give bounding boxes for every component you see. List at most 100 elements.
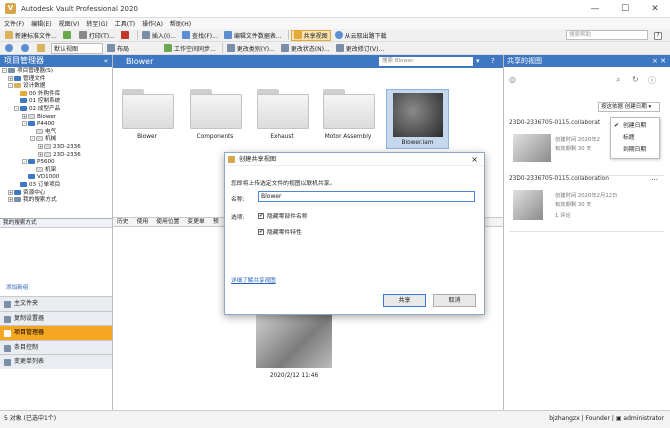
change-revision-button[interactable]: 更改修订(V)... [334, 43, 387, 54]
share-button[interactable]: 共享 [383, 294, 426, 307]
close-pane-icon[interactable]: « [104, 55, 108, 67]
cloud-download-button[interactable]: 从云取出路下载 [333, 30, 389, 41]
menu-view[interactable]: 视图(V) [59, 19, 80, 28]
learn-more-link[interactable]: 详细了解共享视图 [231, 276, 276, 284]
minimize-button[interactable]: — [580, 0, 610, 18]
help-icon[interactable]: ⓘ [648, 75, 656, 86]
tree-node[interactable]: + 资源中心 [2, 189, 112, 198]
edit-datasheet-button[interactable]: 编辑文件数据表... [222, 30, 284, 41]
tree-node[interactable]: - P5600 [2, 159, 112, 167]
hide-part-properties-option[interactable]: ✔ 隐藏零件特性 [258, 227, 302, 236]
dialog-close-button[interactable]: × [471, 153, 478, 166]
menu-tools[interactable]: 工具(T) [115, 19, 135, 28]
tree-node[interactable]: + 管理文件 [2, 75, 112, 84]
menu-goto[interactable]: 转至(G) [86, 19, 107, 28]
change-state-button[interactable]: 更改状态(N)... [279, 43, 332, 54]
nav-project-explorer[interactable]: 项目管理器 [0, 325, 112, 340]
view-select[interactable]: 默认视图 [51, 42, 103, 54]
search-icon[interactable]: ⌕ [616, 75, 620, 85]
help-search-input[interactable]: 搜索帮助 [566, 30, 648, 40]
sort-option-created[interactable]: 创建日期 [611, 120, 659, 132]
tab-where-used[interactable]: 使用位置 [152, 218, 183, 226]
tree-node[interactable]: 01 控制系统 [2, 98, 112, 106]
tab-preview[interactable]: 预 [209, 218, 223, 226]
tree-node[interactable]: +23D-2336 [2, 143, 112, 152]
collapse-icon[interactable]: - [30, 136, 35, 142]
expand-icon[interactable]: + [38, 143, 43, 149]
new-file-button[interactable]: 新建标准文件... [3, 30, 59, 41]
tree-node[interactable]: - 项目管理器(S) [2, 68, 112, 76]
collapse-icon[interactable]: - [14, 105, 19, 111]
insert-button[interactable]: 插入(I)... [140, 30, 178, 41]
expand-icon[interactable]: + [8, 75, 13, 81]
menu-help[interactable]: 帮助(H) [170, 19, 191, 28]
cancel-button[interactable]: 取消 [433, 294, 476, 307]
shared-view-button[interactable]: 共享视图 [290, 29, 331, 41]
tab-history[interactable]: 历史 [113, 218, 133, 226]
tree-node[interactable]: 电气 [2, 128, 112, 137]
tab-change-order[interactable]: 变更单 [183, 218, 208, 226]
folder-search-input[interactable]: 搜索 Blower [379, 57, 473, 66]
expand-icon[interactable]: + [22, 113, 27, 119]
refresh-button[interactable] [61, 30, 75, 41]
shared-view-card[interactable]: 23D0-2336705-0115.collaboration ··· 创建时间… [509, 176, 664, 232]
tree-node[interactable]: - P4400 [2, 121, 112, 129]
filter-icon[interactable]: ◎ [509, 75, 516, 84]
tree-node[interactable]: VD1000 [2, 174, 112, 182]
folder-item[interactable]: Motor Assembly [322, 89, 375, 140]
hide-component-names-option[interactable]: ✔ 隐藏零部件名称 [258, 211, 308, 220]
sort-option-expiry[interactable]: 到期日期 [611, 144, 659, 156]
collapse-icon[interactable]: - [8, 83, 13, 89]
tree-node[interactable]: -02 成型产品 [2, 105, 112, 114]
add-group-link[interactable]: 添加新组 [0, 283, 112, 291]
menu-file[interactable]: 文件(F) [4, 19, 24, 28]
sort-option-title[interactable]: 标题 [611, 132, 659, 144]
my-searches-tab[interactable]: 我的搜索方式 [0, 219, 112, 228]
nav-home-folder[interactable]: 主文件夹 [0, 296, 112, 311]
checkbox-checked-icon[interactable]: ✔ [258, 212, 264, 219]
tree-node[interactable]: 机架 [2, 166, 112, 175]
help-icon[interactable]: ? [491, 55, 495, 68]
tree-node[interactable]: - 设计数据 [2, 83, 112, 91]
change-category-button[interactable]: 更改类别(Y)... [225, 43, 277, 54]
folder-item[interactable]: Blower [121, 89, 174, 140]
nav-copy-designer[interactable]: 复制设置器 [0, 310, 112, 325]
back-button[interactable] [3, 43, 17, 54]
collapse-icon[interactable]: - [22, 121, 27, 127]
tree-node[interactable]: + Blower [2, 113, 112, 122]
workspace-sync-button[interactable]: 工作空间同步... [162, 43, 218, 54]
up-folder-button[interactable] [35, 43, 49, 54]
name-input[interactable]: Blower [258, 191, 475, 202]
menu-edit[interactable]: 编辑(E) [31, 19, 51, 28]
more-options-icon[interactable]: ··· [651, 176, 658, 184]
find-button[interactable]: 查找(F)... [180, 30, 220, 41]
delete-button[interactable] [119, 30, 133, 41]
checkbox-checked-icon[interactable]: ✔ [258, 228, 264, 235]
selected-file-item[interactable]: Blower.iam [386, 89, 449, 149]
expand-icon[interactable]: + [38, 151, 43, 157]
tree-node[interactable]: + 我的搜索方式 [2, 197, 112, 205]
maximize-button[interactable]: ☐ [610, 0, 640, 18]
layout-button[interactable]: 布局 [105, 43, 160, 54]
folder-item[interactable]: Exhaust [256, 89, 309, 140]
search-options-icon[interactable]: ▾ [476, 55, 480, 68]
tab-uses[interactable]: 使用 [133, 218, 153, 226]
tree-node[interactable]: - 机械 [2, 136, 112, 144]
nav-item-master[interactable]: 条目控制 [0, 339, 112, 354]
close-button[interactable]: ✕ [640, 0, 670, 18]
expand-icon[interactable]: + [8, 189, 13, 195]
forward-button[interactable] [19, 43, 33, 54]
refresh-icon[interactable]: ↻ [632, 75, 639, 84]
sort-dropdown[interactable]: 按这依据 创建日期 ▾ [598, 102, 660, 112]
help-button[interactable]: ? [652, 30, 666, 41]
expand-icon[interactable]: + [8, 197, 13, 203]
folder-item[interactable]: Components [189, 89, 242, 140]
tree-node[interactable]: 03 订单项目 [2, 181, 112, 190]
close-pane-icon[interactable]: × ✕ [652, 55, 666, 67]
comment-count[interactable]: 1 评论 [555, 211, 571, 219]
print-button[interactable]: 打印(T)... [77, 30, 117, 41]
menu-actions[interactable]: 操作(A) [142, 19, 163, 28]
nav-change-order-list[interactable]: 变更单列表 [0, 354, 112, 369]
collapse-icon[interactable]: - [2, 68, 7, 73]
tree-node[interactable]: +23D-2336 [2, 151, 112, 160]
